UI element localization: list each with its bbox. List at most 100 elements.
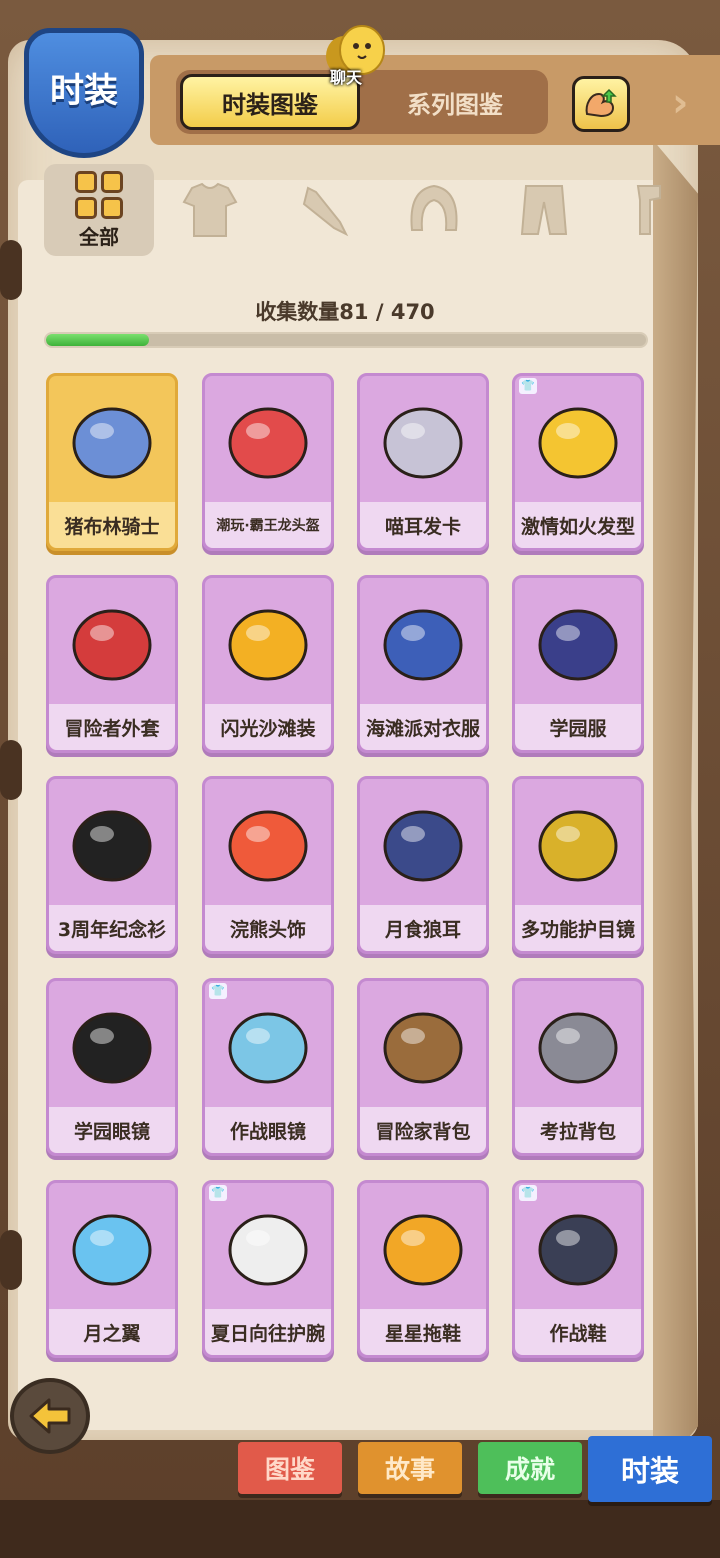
tab-series-collection[interactable]: 系列图鉴 [366, 74, 544, 130]
item-name: 猪布林骑士 [49, 502, 175, 548]
item-card[interactable]: 👕 作战鞋 [512, 1180, 644, 1358]
item-art [213, 987, 323, 1105]
item-image [383, 407, 463, 479]
category-tops[interactable] [160, 164, 260, 256]
item-art [523, 382, 633, 500]
shirt-badge-icon: 👕 [519, 378, 537, 394]
next-page-arrow-icon[interactable]: › [672, 80, 688, 126]
item-card[interactable]: 喵耳发卡 [357, 373, 489, 551]
item-name: 冒险者外套 [49, 704, 175, 750]
item-image [228, 407, 308, 479]
back-arrow-icon [29, 1398, 71, 1434]
arm-upgrade-icon [585, 88, 617, 118]
shirt-badge-icon: 👕 [209, 1185, 227, 1201]
binder-ring [0, 240, 22, 300]
item-name: 月食狼耳 [360, 905, 486, 951]
back-button[interactable] [10, 1378, 90, 1454]
upgrade-button[interactable] [572, 76, 630, 132]
item-card[interactable]: 多功能护目镜 [512, 776, 644, 954]
item-card[interactable]: 猪布林骑士 [46, 373, 178, 551]
item-image [228, 810, 308, 882]
item-name: 冒险家背包 [360, 1107, 486, 1153]
item-name: 潮玩·霸王龙头盔 [205, 502, 331, 548]
item-art [368, 785, 478, 903]
item-card[interactable]: 冒险者外套 [46, 575, 178, 753]
item-image [538, 609, 618, 681]
item-art [213, 584, 323, 702]
item-art [523, 1189, 633, 1307]
item-image [72, 1012, 152, 1084]
item-card[interactable]: 学园服 [512, 575, 644, 753]
item-name: 闪光沙滩装 [205, 704, 331, 750]
weapon-icon [302, 186, 349, 237]
category-hair[interactable] [384, 164, 484, 256]
item-card[interactable]: 👕 夏日向往护腕 [202, 1180, 334, 1358]
category-all[interactable]: 全部 [44, 164, 154, 256]
item-image [228, 609, 308, 681]
shirt-badge-icon: 👕 [209, 983, 227, 999]
item-art [368, 382, 478, 500]
item-name: 多功能护目镜 [515, 905, 641, 951]
item-name: 激情如火发型 [515, 502, 641, 548]
item-card[interactable]: 学园眼镜 [46, 978, 178, 1156]
item-image [538, 407, 618, 479]
item-name: 月之翼 [49, 1309, 175, 1355]
grid-icon [75, 170, 123, 219]
item-image [72, 810, 152, 882]
item-art [57, 382, 167, 500]
binder-ring [0, 1230, 22, 1290]
item-image [72, 407, 152, 479]
bottom-strip [0, 1500, 720, 1558]
item-card[interactable]: 👕 作战眼镜 [202, 978, 334, 1156]
item-image [538, 1012, 618, 1084]
item-image [228, 1214, 308, 1286]
item-name: 作战眼镜 [205, 1107, 331, 1153]
item-card[interactable]: 考拉背包 [512, 978, 644, 1156]
bottom-tab-achievements[interactable]: 成就 [478, 1442, 582, 1494]
item-card[interactable]: 👕 激情如火发型 [512, 373, 644, 551]
item-name: 海滩派对衣服 [360, 704, 486, 750]
collection-count: 收集数量81 / 470 [255, 300, 435, 324]
item-card[interactable]: 星星拖鞋 [357, 1180, 489, 1358]
book-page-edge [653, 140, 698, 1480]
category-accessories[interactable] [596, 164, 696, 256]
item-name: 考拉背包 [515, 1107, 641, 1153]
item-card[interactable]: 海滩派对衣服 [357, 575, 489, 753]
category-all-label: 全部 [79, 224, 119, 249]
item-image [72, 1214, 152, 1286]
collection-progress-bar [44, 332, 648, 348]
item-card[interactable]: 月食狼耳 [357, 776, 489, 954]
item-name: 夏日向往护腕 [205, 1309, 331, 1355]
item-art [523, 987, 633, 1105]
binder-ring [0, 740, 22, 800]
item-image [228, 1012, 308, 1084]
bottom-tab-collection[interactable]: 图鉴 [238, 1442, 342, 1494]
item-image [72, 609, 152, 681]
item-card[interactable]: 冒险家背包 [357, 978, 489, 1156]
item-art [368, 1189, 478, 1307]
shirt-badge-icon: 👕 [519, 1185, 537, 1201]
item-card[interactable]: 潮玩·霸王龙头盔 [202, 373, 334, 551]
item-name: 喵耳发卡 [360, 502, 486, 548]
item-card[interactable]: 月之翼 [46, 1180, 178, 1358]
bottom-tab-story[interactable]: 故事 [358, 1442, 462, 1494]
item-name: 作战鞋 [515, 1309, 641, 1355]
category-pants[interactable] [494, 164, 594, 256]
category-weapons[interactable] [272, 164, 372, 256]
pants-icon [520, 185, 568, 235]
item-card[interactable]: 浣熊头饰 [202, 776, 334, 954]
item-card[interactable]: 3周年纪念衫 [46, 776, 178, 954]
item-card[interactable]: 闪光沙滩装 [202, 575, 334, 753]
fashion-badge: 时装 [24, 28, 144, 158]
item-image [383, 810, 463, 882]
item-art [57, 987, 167, 1105]
bottom-tab-fashion[interactable]: 时装 [588, 1436, 712, 1502]
chat-label: 聊天 [330, 68, 363, 87]
collection-progress-fill [46, 334, 150, 346]
item-name: 浣熊头饰 [205, 905, 331, 951]
item-art [368, 987, 478, 1105]
item-art [57, 785, 167, 903]
item-art [523, 785, 633, 903]
item-art [368, 584, 478, 702]
item-image [538, 1214, 618, 1286]
